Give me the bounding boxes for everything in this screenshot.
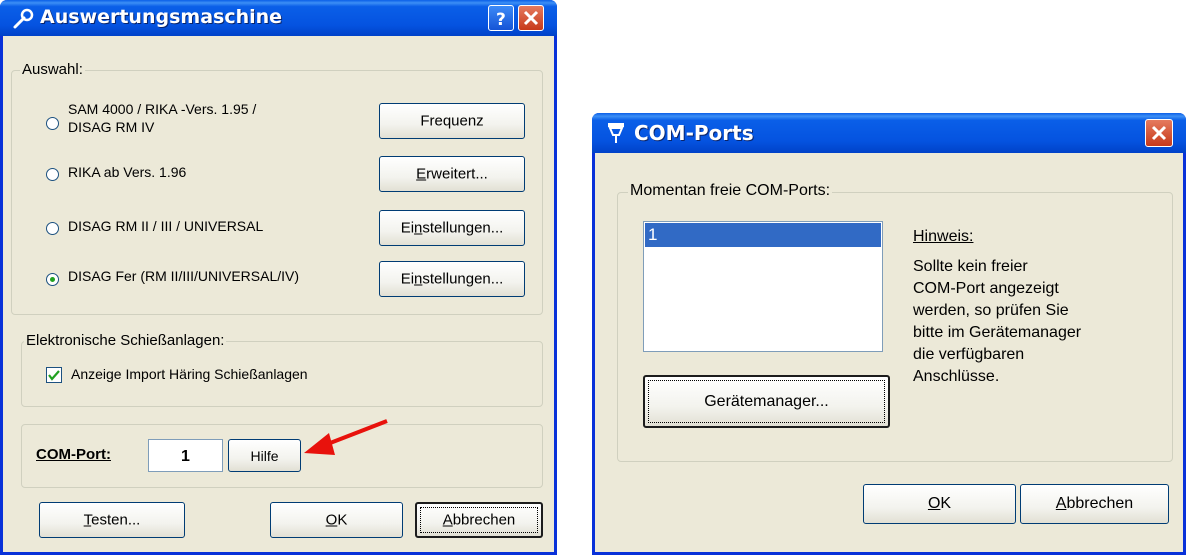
einstellungen-label: Einstellungen... <box>380 220 524 237</box>
option-rika-label: RIKA ab Vers. 1.96 <box>68 164 187 180</box>
erweitert-label: Erweitert... <box>380 166 524 183</box>
ok-label: OK <box>271 512 402 529</box>
frequenz-label: Frequenz <box>420 112 484 130</box>
erweitert-button[interactable]: Erweitert... <box>379 156 525 192</box>
einstellungen-button-2[interactable]: Einstellungen... <box>379 261 525 297</box>
red-arrow-icon <box>299 415 391 469</box>
button-rest: K <box>940 495 952 512</box>
testen-button[interactable]: Testen... <box>39 502 185 538</box>
option-disag-fer-label: DISAG Fer (RM II/III/UNIVERSAL/IV) <box>68 268 300 284</box>
abbrechen-button-2[interactable]: Abbrechen <box>1020 484 1169 524</box>
radio-rika[interactable] <box>46 168 59 181</box>
com-port-listbox[interactable]: 1 <box>643 221 883 352</box>
auswahl-label: Auswahl: <box>20 61 85 78</box>
geraetemanager-button[interactable]: Gerätemanager... <box>643 375 890 428</box>
button-part: Ei <box>400 270 415 288</box>
hinweis-line: COM-Port angezeigt <box>913 280 1059 297</box>
import-checkbox[interactable] <box>46 367 62 383</box>
window-title-2: COM-Ports <box>634 121 754 145</box>
checkbox-label: Anzeige Import Häring Schießanlagen <box>71 366 308 382</box>
hinweis-line: werden, so prüfen Sie <box>913 302 1069 319</box>
wrench-icon <box>12 8 34 34</box>
help-title-button[interactable]: ? <box>488 5 514 31</box>
button-rest: rweitert... <box>426 165 488 183</box>
mnemonic: A <box>442 511 453 529</box>
com-port-label: COM-Port: <box>36 446 111 463</box>
close-title-button-2[interactable] <box>1145 119 1173 147</box>
com-port-value: 1 <box>181 448 190 465</box>
mnemonic: E <box>416 165 427 183</box>
ok-button-2[interactable]: OK <box>863 484 1016 524</box>
abbrechen-label: Abbrechen <box>417 512 541 529</box>
com-port-input[interactable]: 1 <box>148 439 223 472</box>
svg-text:?: ? <box>496 10 506 30</box>
option-disag-rm-label: DISAG RM II / III / UNIVERSAL <box>68 218 264 234</box>
radio-disag-rm[interactable] <box>46 222 59 235</box>
com-ports-dialog: COM-Ports Momentan freie COM-Ports: 1 Ge… <box>592 113 1186 555</box>
ok-label: OK <box>864 495 1015 513</box>
hinweis-line: Anschlüsse. <box>913 368 1000 385</box>
option-line1: SAM 4000 / RIKA -Vers. 1.95 / <box>68 101 257 117</box>
radio-disag-fer[interactable] <box>46 273 59 286</box>
hinweis-line: die verfügbaren <box>913 346 1025 363</box>
hinweis-line: bitte im Gerätemanager <box>913 324 1082 341</box>
title-bar-2[interactable]: COM-Ports <box>592 113 1186 153</box>
hinweis-title: Hinweis: <box>913 228 974 245</box>
button-rest: K <box>337 511 348 529</box>
frequenz-button[interactable]: Frequenz <box>379 103 525 139</box>
mnemonic: O <box>927 495 941 512</box>
window-title: Auswertungsmaschine <box>40 6 283 28</box>
checkmark-icon <box>47 369 61 386</box>
button-rest: esten... <box>91 511 141 529</box>
option-line2: DISAG RM IV <box>68 119 155 135</box>
port-icon <box>605 121 627 149</box>
freie-ports-label: Momentan freie COM-Ports: <box>628 182 833 200</box>
testen-label: Testen... <box>40 512 184 529</box>
button-part: stellungen... <box>422 270 504 288</box>
abbrechen-button[interactable]: Abbrechen <box>415 502 543 538</box>
hinweis-line: Sollte kein freier <box>913 258 1028 275</box>
hilfe-button[interactable]: Hilfe <box>228 439 301 472</box>
option-sam4000-label: SAM 4000 / RIKA -Vers. 1.95 / DISAG RM I… <box>68 100 256 136</box>
mnemonic: A <box>1055 495 1067 512</box>
mnemonic: O <box>325 511 338 529</box>
einstellungen-button-1[interactable]: Einstellungen... <box>379 210 525 246</box>
hinweis-block: Hinweis: Sollte kein freier COM-Port ang… <box>913 226 1081 388</box>
abbrechen-label: Abbrechen <box>1021 495 1168 513</box>
einstellungen-label: Einstellungen... <box>380 271 524 288</box>
title-bar[interactable]: Auswertungsmaschine ? <box>0 0 557 36</box>
button-rest: bbrechen <box>452 511 516 529</box>
button-part: Ei <box>400 219 415 237</box>
auswertungsmaschine-dialog: Auswertungsmaschine ? Auswahl: SAM 4000 … <box>0 0 557 555</box>
list-item-label: 1 <box>648 225 658 244</box>
close-title-button[interactable] <box>518 5 544 31</box>
button-part: stellungen... <box>422 219 504 237</box>
radio-sam4000[interactable] <box>46 117 59 130</box>
ok-button[interactable]: OK <box>270 502 403 538</box>
hilfe-label: Hilfe <box>250 447 279 464</box>
button-rest: bbrechen <box>1066 495 1134 512</box>
elektro-label: Elektronische Schießanlagen: <box>24 332 227 349</box>
list-item[interactable]: 1 <box>645 223 881 247</box>
geraetemanager-label: Gerätemanager... <box>704 392 829 410</box>
